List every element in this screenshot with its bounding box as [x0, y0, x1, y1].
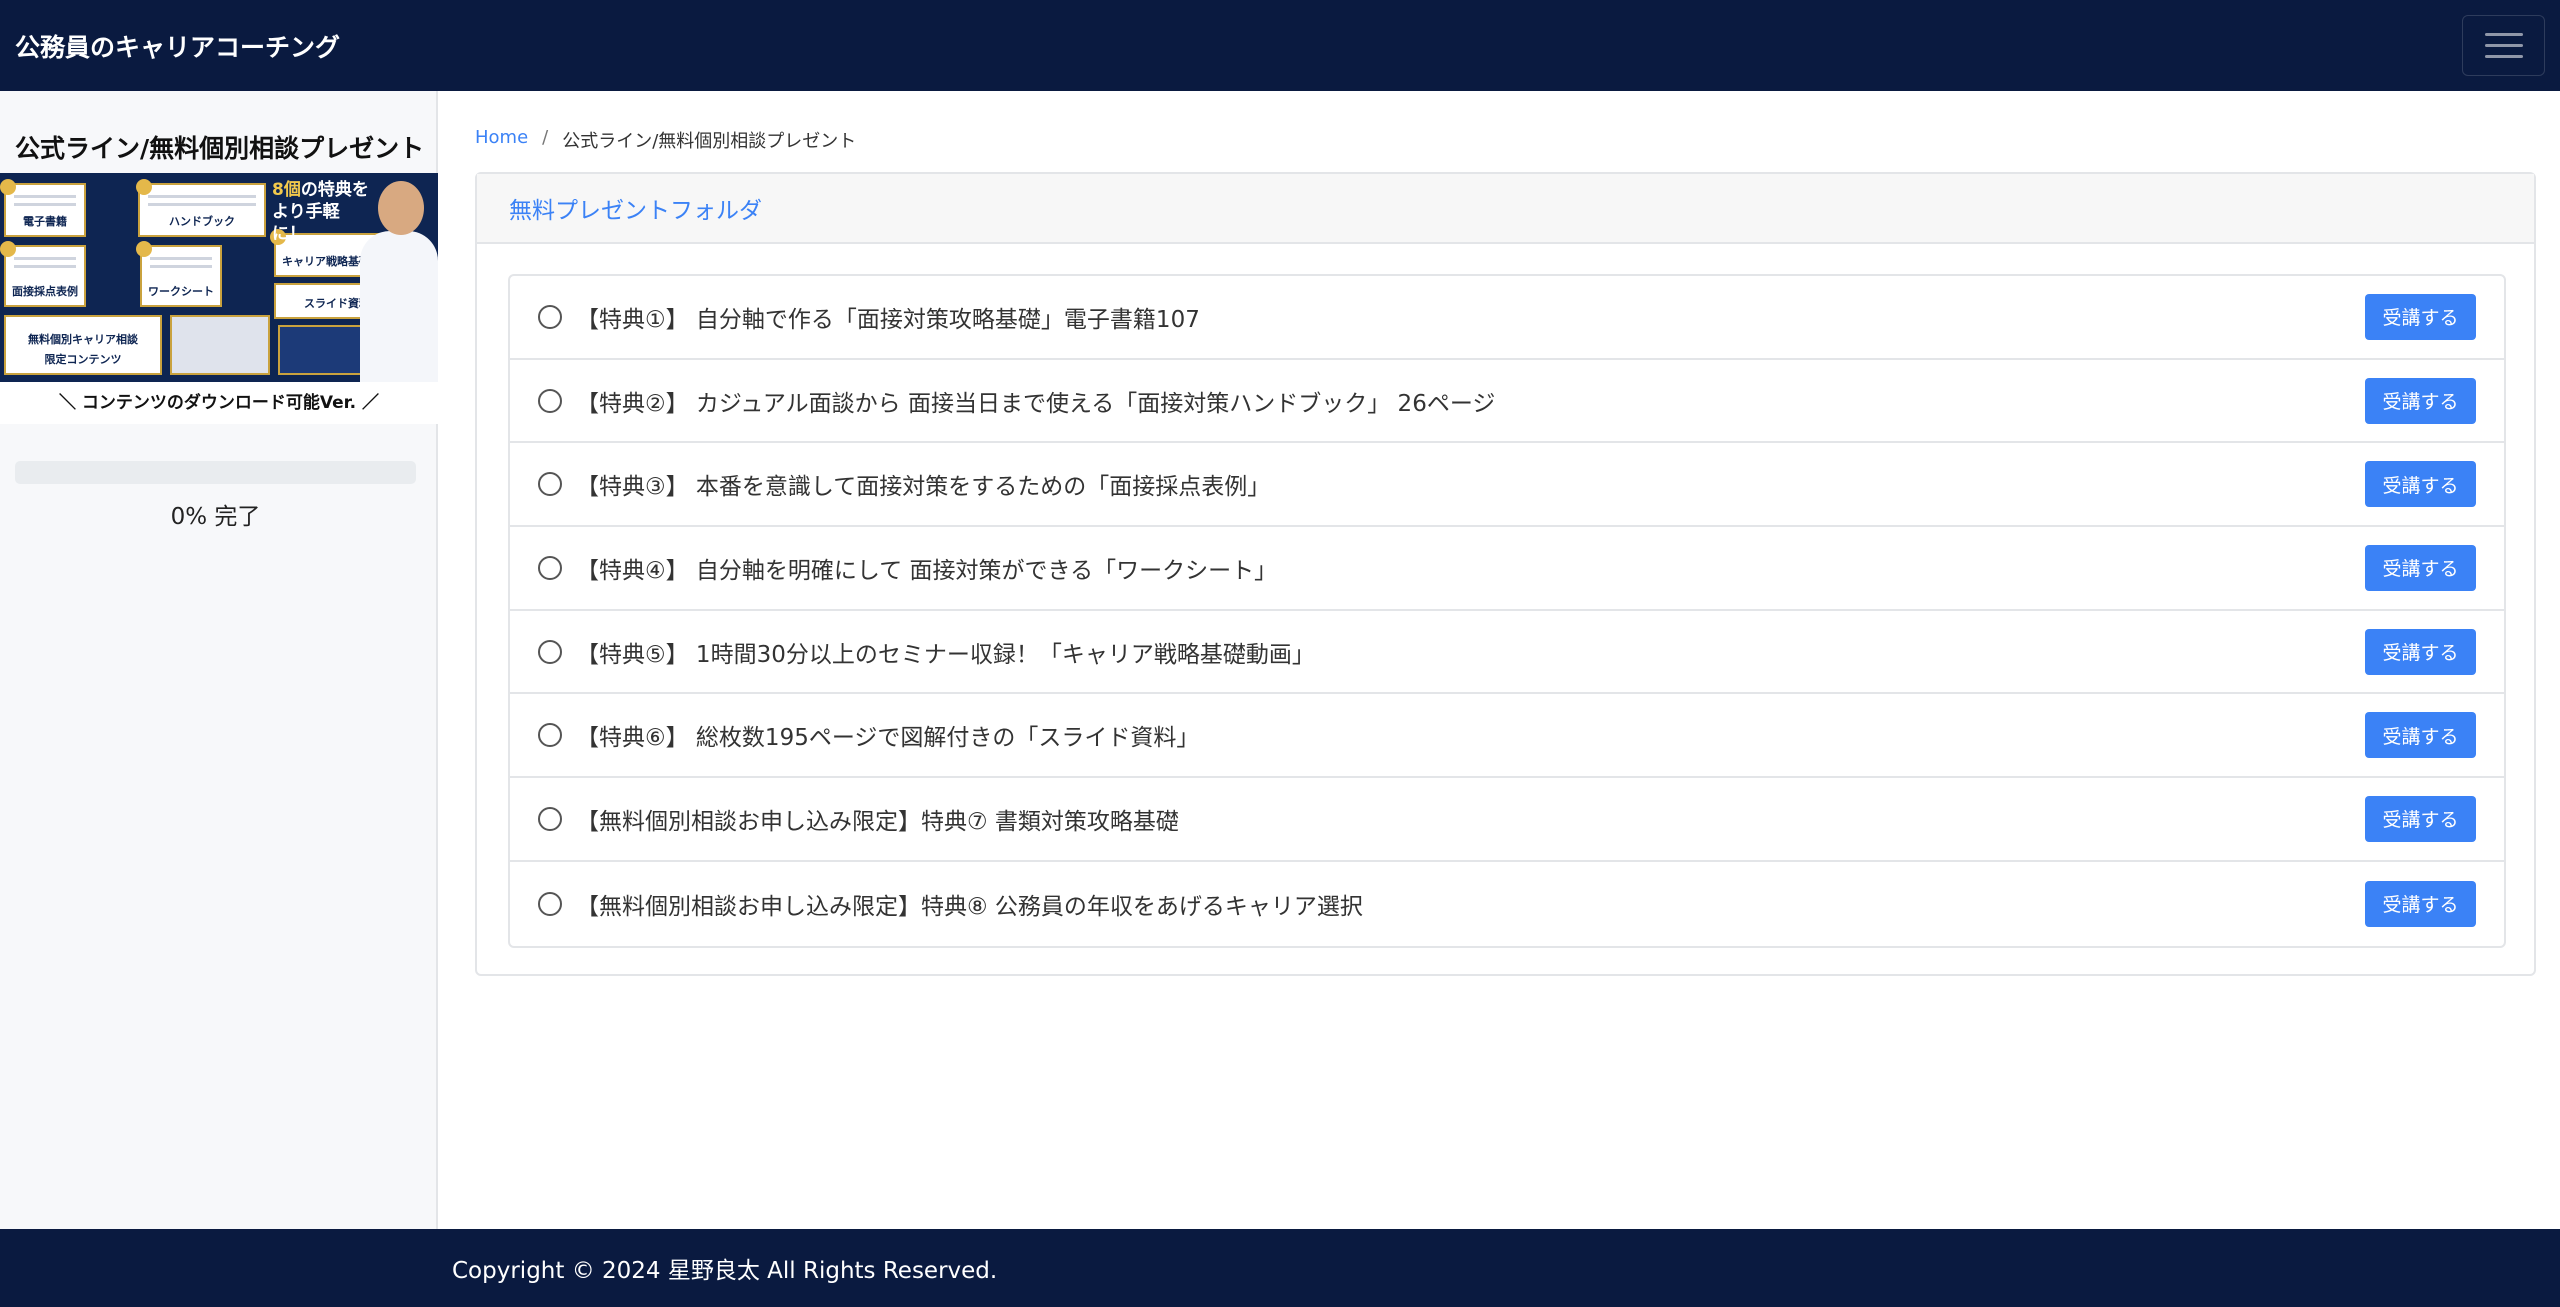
menu-icon-bar — [2484, 55, 2523, 58]
incomplete-circle-icon — [538, 555, 562, 580]
lesson-row[interactable]: 【特典⑥】 総枚数195ページで図解付きの「スライド資料」 受講する — [510, 694, 2504, 779]
banner-tile: ワークシート — [140, 245, 222, 307]
lesson-row[interactable]: 【特典④】 自分軸を明確にして 面接対策ができる「ワークシート」 受講する — [510, 527, 2504, 611]
banner-headline-text: の特典を — [300, 180, 369, 200]
incomplete-circle-icon — [538, 472, 562, 497]
site-brand[interactable]: 公務員のキャリアコーチング — [15, 28, 340, 64]
lesson-title[interactable]: 【特典②】 カジュアル面談から 面接当日まで使える「面接対策ハンドブック」 26… — [576, 384, 2365, 418]
banner-tile-label: 限定コンテンツ — [44, 353, 122, 366]
presenter-face — [378, 181, 424, 235]
banner-tile: 電子書籍 — [4, 183, 86, 237]
banner-headline-line2: より手軽に！ — [272, 202, 340, 245]
take-lesson-button[interactable]: 受講する — [2365, 628, 2476, 675]
take-lesson-button[interactable]: 受講する — [2365, 712, 2476, 759]
site-footer: Copyright © 2024 星野良太 All Rights Reserve… — [0, 1229, 2560, 1307]
lesson-title[interactable]: 【無料個別相談お申し込み限定】特典⑧ 公務員の年収をあげるキャリア選択 — [576, 887, 2365, 921]
course-progress-label: 0% 完了 — [170, 504, 261, 530]
banner-headline: 8個の特典を より手軽に！ — [272, 179, 372, 245]
lesson-title[interactable]: 【無料個別相談お申し込み限定】特典⑦ 書類対策攻略基礎 — [576, 802, 2365, 836]
presenter-photo — [360, 231, 438, 382]
breadcrumb-home-link[interactable]: Home — [475, 127, 528, 153]
medal-icon — [136, 179, 152, 195]
breadcrumb: Home / 公式ライン/無料個別相談プレゼント — [475, 127, 856, 153]
banner-headline-count: 8個 — [272, 180, 301, 200]
banner-tile: ハンドブック — [138, 183, 266, 237]
folder-title[interactable]: 無料プレゼントフォルダ — [477, 174, 2534, 244]
breadcrumb-separator: / — [542, 127, 549, 148]
copyright-text: Copyright © 2024 星野良太 All Rights Reserve… — [452, 1258, 998, 1284]
incomplete-circle-icon — [538, 806, 562, 831]
hamburger-menu-button[interactable] — [2462, 15, 2545, 76]
lesson-title[interactable]: 【特典④】 自分軸を明確にして 面接対策ができる「ワークシート」 — [576, 551, 2365, 585]
lesson-title[interactable]: 【特典①】 自分軸で作る「面接対策攻略基礎」電子書籍107 — [576, 300, 2365, 334]
incomplete-circle-icon — [538, 388, 562, 413]
take-lesson-button[interactable]: 受講する — [2365, 377, 2476, 424]
banner-caption: ＼ コンテンツのダウンロード可能Ver. ／ — [0, 382, 438, 424]
lesson-title[interactable]: 【特典③】 本番を意識して面接対策をするための「面接採点表例」 — [576, 467, 2365, 501]
medal-icon — [136, 241, 152, 257]
lesson-title[interactable]: 【特典⑥】 総枚数195ページで図解付きの「スライド資料」 — [576, 718, 2365, 752]
lesson-list: 【特典①】 自分軸で作る「面接対策攻略基礎」電子書籍107 受講する 【特典②】 カ… — [508, 274, 2506, 948]
medal-icon — [0, 241, 16, 257]
breadcrumb-current: 公式ライン/無料個別相談プレゼント — [562, 131, 857, 152]
lesson-row[interactable]: 【特典①】 自分軸で作る「面接対策攻略基礎」電子書籍107 受講する — [510, 276, 2504, 360]
take-lesson-button[interactable]: 受講する — [2365, 880, 2476, 927]
banner-tile — [170, 315, 270, 375]
take-lesson-button[interactable]: 受講する — [2365, 795, 2476, 842]
menu-icon-bar — [2484, 44, 2523, 47]
banner-tile: 無料個別キャリア相談 限定コンテンツ — [4, 315, 162, 375]
banner-tile-label: ワークシート — [148, 285, 214, 298]
course-progress-bar — [15, 461, 416, 484]
take-lesson-button[interactable]: 受講する — [2365, 544, 2476, 591]
incomplete-circle-icon — [538, 723, 562, 748]
incomplete-circle-icon — [538, 304, 562, 329]
lesson-row[interactable]: 【無料個別相談お申し込み限定】特典⑧ 公務員の年収をあげるキャリア選択 受講する — [510, 862, 2504, 946]
medal-icon — [0, 179, 16, 195]
lesson-row[interactable]: 【特典②】 カジュアル面談から 面接当日まで使える「面接対策ハンドブック」 26… — [510, 360, 2504, 444]
lesson-row[interactable]: 【特典③】 本番を意識して面接対策をするための「面接採点表例」 受講する — [510, 443, 2504, 528]
top-navbar: 公務員のキャリアコーチング — [0, 0, 2560, 91]
folder-card: 無料プレゼントフォルダ 【特典①】 自分軸で作る「面接対策攻略基礎」電子書籍10… — [475, 172, 2536, 976]
banner-tile: 面接採点表例 — [4, 245, 86, 307]
lesson-row[interactable]: 【特典⑤】 1時間30分以上のセミナー収録！「キャリア戦略基礎動画」 受講する — [510, 611, 2504, 695]
banner-tile-label: 無料個別キャリア相談 — [28, 333, 138, 346]
lesson-row[interactable]: 【無料個別相談お申し込み限定】特典⑦ 書類対策攻略基礎 受講する — [510, 778, 2504, 862]
menu-icon-bar — [2484, 33, 2523, 36]
course-sidebar: 公式ライン/無料個別相談プレゼント 電子書籍 ハンドブック 面接採点表例 ワーク… — [0, 91, 438, 1229]
banner-tile-label: 電子書籍 — [23, 215, 67, 228]
course-banner-image: 電子書籍 ハンドブック 面接採点表例 ワークシート キャリア戦略基礎動画 スライ… — [0, 173, 438, 382]
incomplete-circle-icon — [538, 639, 562, 664]
course-title: 公式ライン/無料個別相談プレゼント — [15, 134, 425, 163]
take-lesson-button[interactable]: 受講する — [2365, 293, 2476, 340]
take-lesson-button[interactable]: 受講する — [2365, 461, 2476, 508]
lesson-title[interactable]: 【特典⑤】 1時間30分以上のセミナー収録！「キャリア戦略基礎動画」 — [576, 635, 2365, 669]
incomplete-circle-icon — [538, 891, 562, 916]
banner-tile-label: 面接採点表例 — [12, 285, 78, 298]
banner-tile-label: ハンドブック — [169, 215, 235, 228]
